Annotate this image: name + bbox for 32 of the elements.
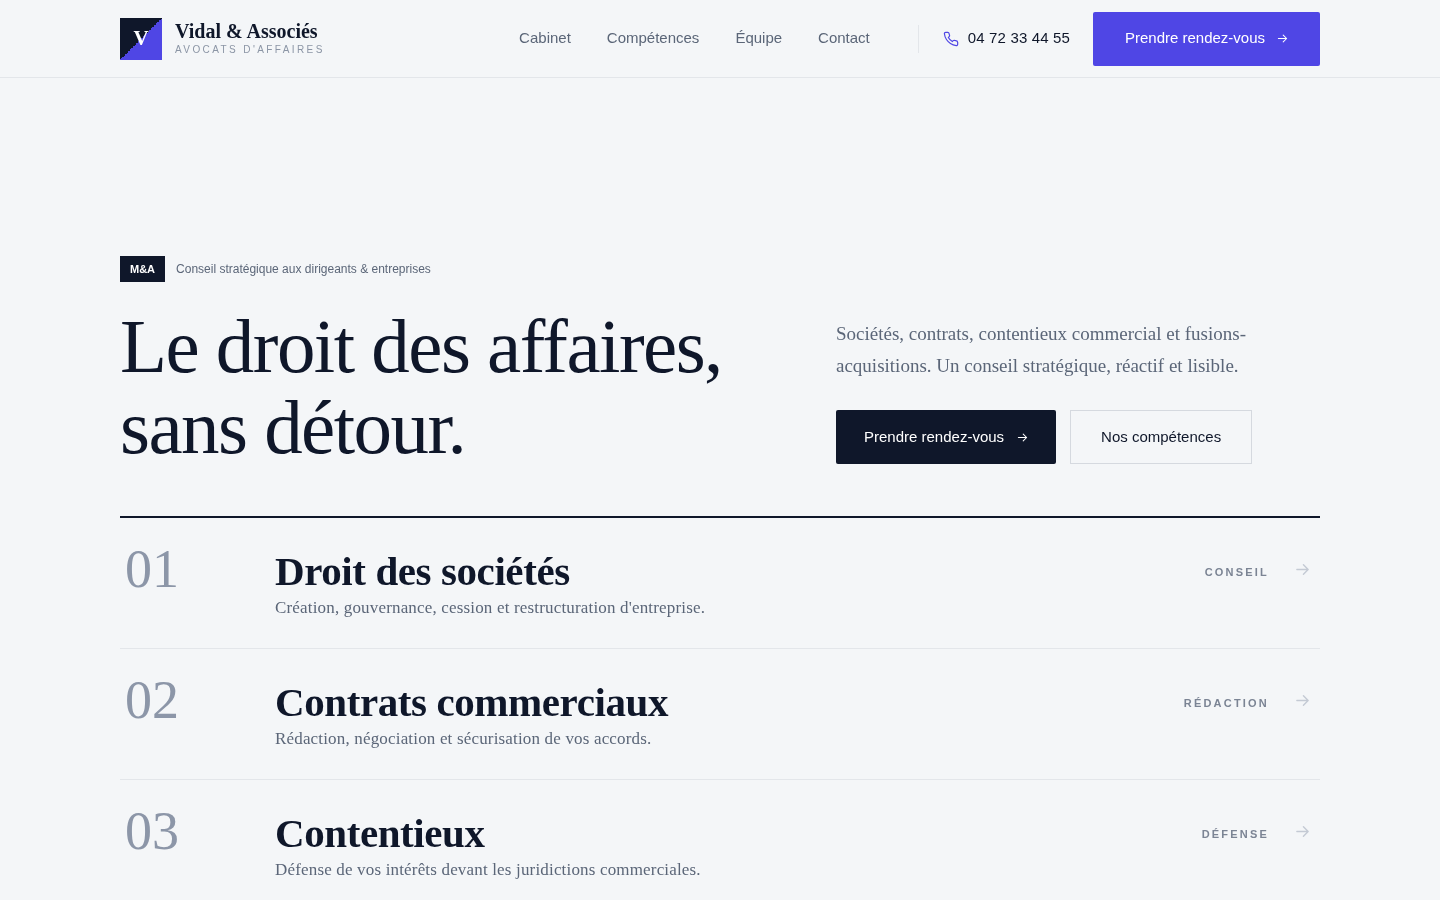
area-number: 03 — [124, 804, 180, 858]
brand-name: Vidal & Associés — [175, 20, 319, 42]
nav-link[interactable]: Cabinet — [519, 27, 571, 50]
area-tag: DÉFENSE — [1201, 826, 1269, 843]
area-number: 02 — [124, 673, 180, 727]
nav-link[interactable]: Compétences — [606, 27, 700, 50]
phone-number: 04 72 33 44 55 — [967, 28, 1070, 49]
arrow-icon — [1277, 33, 1289, 44]
appointment-button[interactable]: Prendre rendez-vous — [836, 410, 1057, 464]
appointment-button[interactable]: Prendre rendez-vous — [1093, 11, 1320, 66]
brand-tagline: AVOCATS D'AFFAIRES — [175, 43, 325, 57]
arrow-icon — [1295, 561, 1310, 577]
area-tag: RÉDACTION — [1183, 695, 1269, 712]
hero-intro: Sociétés, contrats, contentieux commercial et fusions-acquisitions. Un conseil stratégique, réactif et lisible. — [836, 322, 1247, 378]
phone-icon — [942, 30, 959, 47]
hero-eyebrow: Conseil stratégique aux dirigeants & entreprises — [176, 261, 431, 278]
services-button[interactable]: Nos compétences — [1070, 410, 1253, 464]
area-tag: CONSEIL — [1204, 564, 1269, 581]
area-description: Rédaction, négociation et sécurisation de vos accords. — [275, 728, 653, 750]
area-number: 01 — [124, 542, 180, 596]
area-description: Défense de vos intérêts devant les juridictions commerciales. — [275, 859, 702, 881]
nav-link[interactable]: Contact — [818, 27, 870, 50]
area-title: Droit des sociétés — [275, 548, 571, 594]
arrow-icon — [1295, 823, 1310, 839]
area-description: Création, gouvernance, cession et restructuration d'entreprise. — [275, 597, 707, 619]
hero-heading: Le droit des affaires, sans détour. — [120, 306, 723, 468]
arrow-icon — [1017, 431, 1029, 443]
nav-link[interactable]: Équipe — [735, 27, 783, 50]
area-title: Contentieux — [275, 810, 486, 856]
arrow-icon — [1295, 692, 1310, 708]
area-title: Contrats commerciaux — [275, 679, 670, 725]
category-badge: M&A — [120, 256, 166, 282]
